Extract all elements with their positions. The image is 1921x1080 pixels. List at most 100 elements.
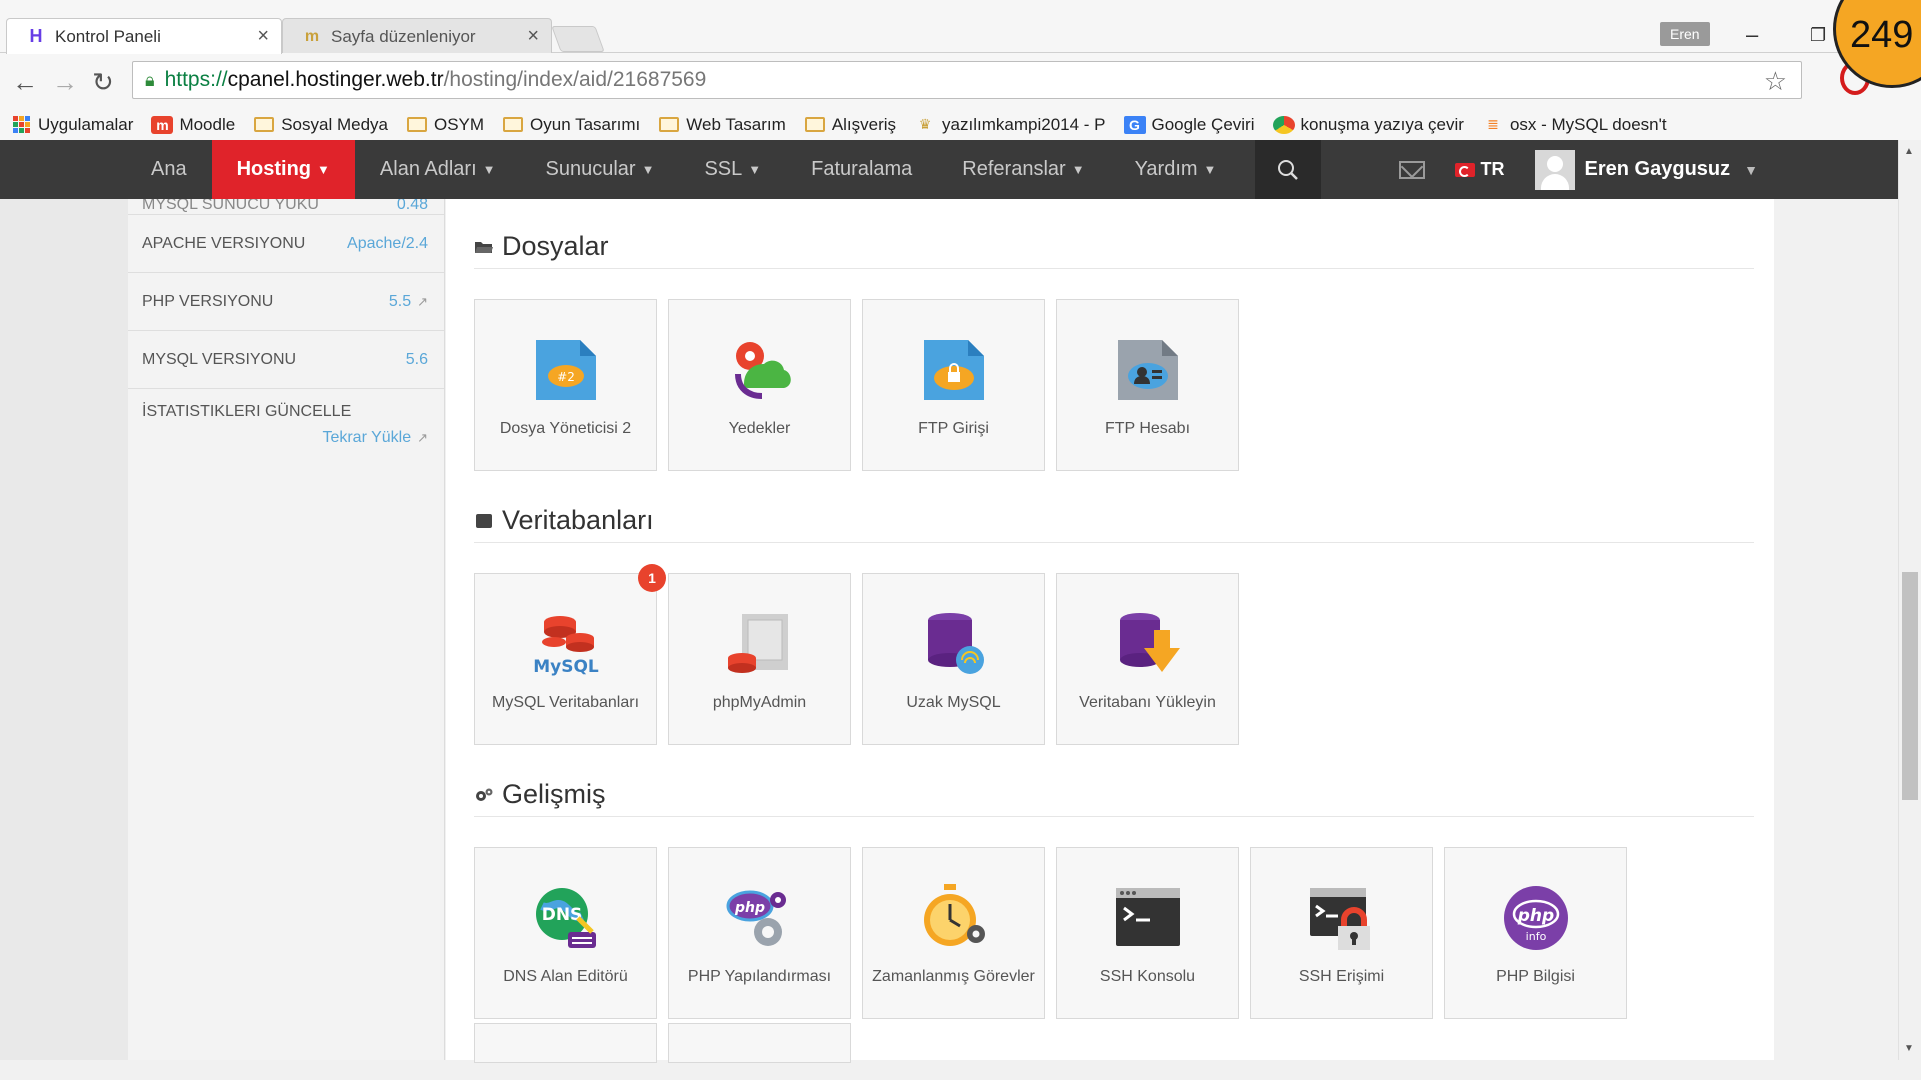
bookmark-osx-mysql[interactable]: ≣ osx - MySQL doesn't [1482, 115, 1667, 135]
tile-php-bilgisi[interactable]: php info PHP Bilgisi [1444, 847, 1627, 1019]
nav-alan-adlari[interactable]: Alan Adları ▼ [355, 140, 521, 199]
nav-ana[interactable]: Ana [126, 140, 212, 199]
nav-referanslar[interactable]: Referanslar ▼ [937, 140, 1109, 199]
folder-icon [406, 116, 428, 134]
nav-hosting[interactable]: Hosting ▼ [211, 140, 355, 209]
bookmark-label: OSYM [433, 114, 485, 134]
language-selector[interactable]: TR [1481, 159, 1505, 180]
php-info-icon-subtext: info [1525, 930, 1546, 943]
tile-label: DNS Alan Editörü [503, 968, 628, 985]
stat-label: MYSQL VERSIYONU [142, 350, 297, 368]
tile-veritabani-yukleyin[interactable]: Veritabanı Yükleyin [1056, 573, 1239, 745]
scroll-down-icon[interactable]: ▼ [1904, 1043, 1914, 1054]
restore-icon[interactable]: ❐ [1810, 25, 1826, 46]
bookmark-apps[interactable]: Uygulamalar [10, 115, 133, 135]
forward-icon[interactable]: → [52, 67, 78, 98]
bookmark-label: Web Tasarım [686, 114, 786, 134]
bookmark-folder-osym[interactable]: OSYM [406, 115, 484, 135]
tile-yedekler[interactable]: Yedekler [668, 299, 851, 471]
scroll-thumb[interactable] [1902, 572, 1918, 800]
turkey-flag-icon [1454, 162, 1475, 177]
tile-dosya-yoneticisi[interactable]: #2 Dosya Yöneticisi 2 [474, 299, 657, 471]
minimize-icon[interactable]: – [1746, 22, 1758, 48]
bookmark-moodle[interactable]: m Moodle [151, 115, 235, 135]
scroll-up-icon[interactable]: ▲ [1904, 146, 1914, 157]
url-scheme: https:// [164, 68, 228, 91]
section-title-text: Veritabanları [502, 505, 654, 535]
tile-label: Uzak MySQL [906, 694, 1001, 711]
address-bar[interactable]: 🔒︎ https:// cpanel.hostinger.web.tr /hos… [132, 61, 1802, 99]
close-tab-icon[interactable]: × [527, 25, 539, 48]
chevron-down-icon: ▼ [1071, 162, 1085, 177]
tile-ssh-konsolu[interactable]: SSH Konsolu [1056, 847, 1239, 1019]
reload-icon[interactable]: ↻ [92, 67, 114, 98]
nav-label: Alan Adları [379, 158, 477, 180]
stat-row-php: PHP VERSIYONU 5.5 ↗ [128, 273, 444, 331]
mail-icon[interactable] [1398, 160, 1425, 179]
nav-label: Hosting [236, 158, 312, 180]
bookmark-label: yazılımkampi2014 - P [942, 114, 1106, 134]
stat-row-mysql-load: MYSQL SUNUCU YÜKÜ 0.48 [128, 199, 444, 215]
file-manager-icon-text: #2 [557, 370, 575, 384]
bookmark-folder-alisveris[interactable]: Alışveriş [804, 115, 896, 135]
tile-ftp-hesabi[interactable]: FTP Hesabı [1056, 299, 1239, 471]
new-tab-button[interactable] [551, 26, 605, 52]
tile-uzak-mysql[interactable]: Uzak MySQL [862, 573, 1045, 745]
reload-stats-link[interactable]: Tekrar Yükle ↗ [142, 429, 428, 447]
folder-icon [658, 116, 680, 134]
tile-dns-alan-editoru[interactable]: DNS DNS Alan Editörü [474, 847, 657, 1019]
tile-label: Dosya Yöneticisi 2 [499, 420, 632, 437]
nav-label: Faturalama [811, 158, 913, 180]
tile-php-yapilandirmasi[interactable]: php PHP Yapılandırması [668, 847, 851, 1019]
user-menu[interactable]: Eren Gaygusuz [1585, 158, 1731, 181]
nav-sunucular[interactable]: Sunucular ▼ [521, 140, 680, 199]
bookmark-label: osx - MySQL doesn't [1509, 114, 1667, 134]
bookmark-label: Sosyal Medya [281, 114, 388, 134]
nav-label: Referanslar [962, 158, 1066, 180]
php-info-icon-text: php [1516, 906, 1553, 926]
bookmark-yazilimkampi[interactable]: ♛ yazılımkampi2014 - P [914, 114, 1106, 135]
stat-row-mysql: MYSQL VERSIYONU 5.6 [128, 331, 444, 389]
stat-value: Apache/2.4 [347, 234, 428, 252]
nav-faturalama[interactable]: Faturalama [786, 140, 937, 199]
bookmark-label: konuşma yazıya çevir [1300, 114, 1464, 134]
back-icon[interactable]: ← [12, 67, 38, 98]
browser-toolbar: ← → ↻ 🔒︎ https:// cpanel.hostinger.web.t… [0, 53, 1921, 109]
tile-label: PHP Yapılandırması [687, 968, 832, 985]
tab-sayfa-duzenleniyor[interactable]: m Sayfa düzenleniyor × [282, 18, 552, 54]
tile-mysql-veritabanlari[interactable]: 1 MySQL MySQL Veritabanları [474, 564, 666, 745]
tile-partial[interactable] [474, 1023, 657, 1063]
bookmark-folder-web-tasarim[interactable]: Web Tasarım [658, 115, 786, 135]
url-host: cpanel.hostinger.web.tr [227, 68, 444, 91]
bookmark-konusma[interactable]: konuşma yazıya çevir [1272, 114, 1464, 135]
bookmark-folder-sosyal-medya[interactable]: Sosyal Medya [253, 115, 388, 135]
section-title-gelismis: Gelişmiş [474, 773, 1754, 817]
tile-phpmyadmin[interactable]: phpMyAdmin [668, 573, 851, 745]
bookmark-google-ceviri[interactable]: G Google Çeviri [1123, 115, 1255, 135]
tile-label: Zamanlanmış Görevler [872, 968, 1035, 985]
tile-zamanlanmis-gorevler[interactable]: Zamanlanmış Görevler [862, 847, 1045, 1019]
close-tab-icon[interactable]: × [257, 25, 269, 48]
bookmark-label: Uygulamalar [38, 114, 134, 134]
php-version-link[interactable]: 5.5 ↗ [389, 293, 428, 311]
page-scrollbar[interactable]: ▲ ▼ [1898, 140, 1921, 1060]
nav-search-button[interactable] [1255, 140, 1322, 199]
database-upload-icon [1119, 613, 1180, 672]
nav-yardim[interactable]: Yardım ▼ [1110, 140, 1242, 199]
tile-partial[interactable] [668, 1023, 851, 1063]
avatar[interactable] [1534, 149, 1575, 190]
bookmark-star-icon[interactable]: ☆ [1764, 66, 1787, 97]
bookmark-folder-oyun-tasarimi[interactable]: Oyun Tasarımı [502, 115, 640, 135]
tile-ftp-girisi[interactable]: FTP Girişi [862, 299, 1045, 471]
tile-ssh-erisimi[interactable]: SSH Erişimi [1250, 847, 1433, 1019]
nav-ssl[interactable]: SSL ▼ [679, 140, 786, 199]
tile-label: Veritabanı Yükleyin [1079, 694, 1216, 711]
external-link-icon: ↗ [417, 430, 428, 445]
browser-profile-chip[interactable]: Eren [1660, 22, 1710, 46]
tile-label: FTP Girişi [918, 420, 989, 437]
phpmyadmin-icon [727, 614, 788, 673]
chrome-icon [1272, 115, 1295, 134]
url-path: /hosting/index/aid/21687569 [443, 68, 707, 91]
tab-kontrol-paneli[interactable]: H Kontrol Paneli × [6, 18, 282, 54]
